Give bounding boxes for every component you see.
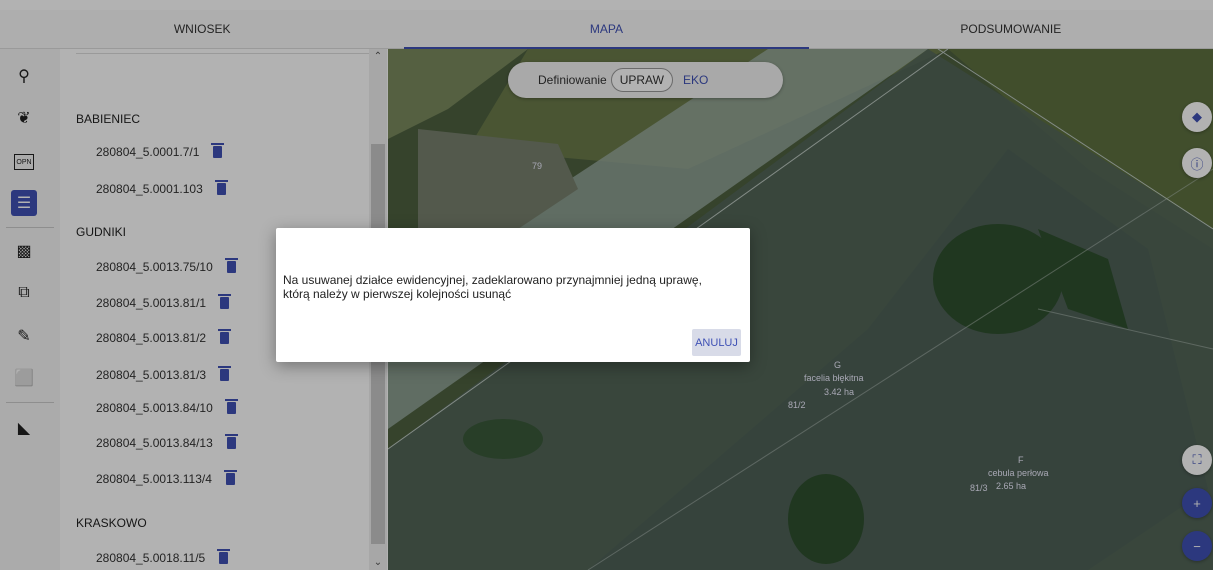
dialog-message: Na usuwanej działce ewidencyjnej, zadekl… xyxy=(283,273,702,301)
cancel-button[interactable]: ANULUJ xyxy=(692,329,741,356)
delete-warning-dialog: Na usuwanej działce ewidencyjnej, zadekl… xyxy=(276,228,750,362)
